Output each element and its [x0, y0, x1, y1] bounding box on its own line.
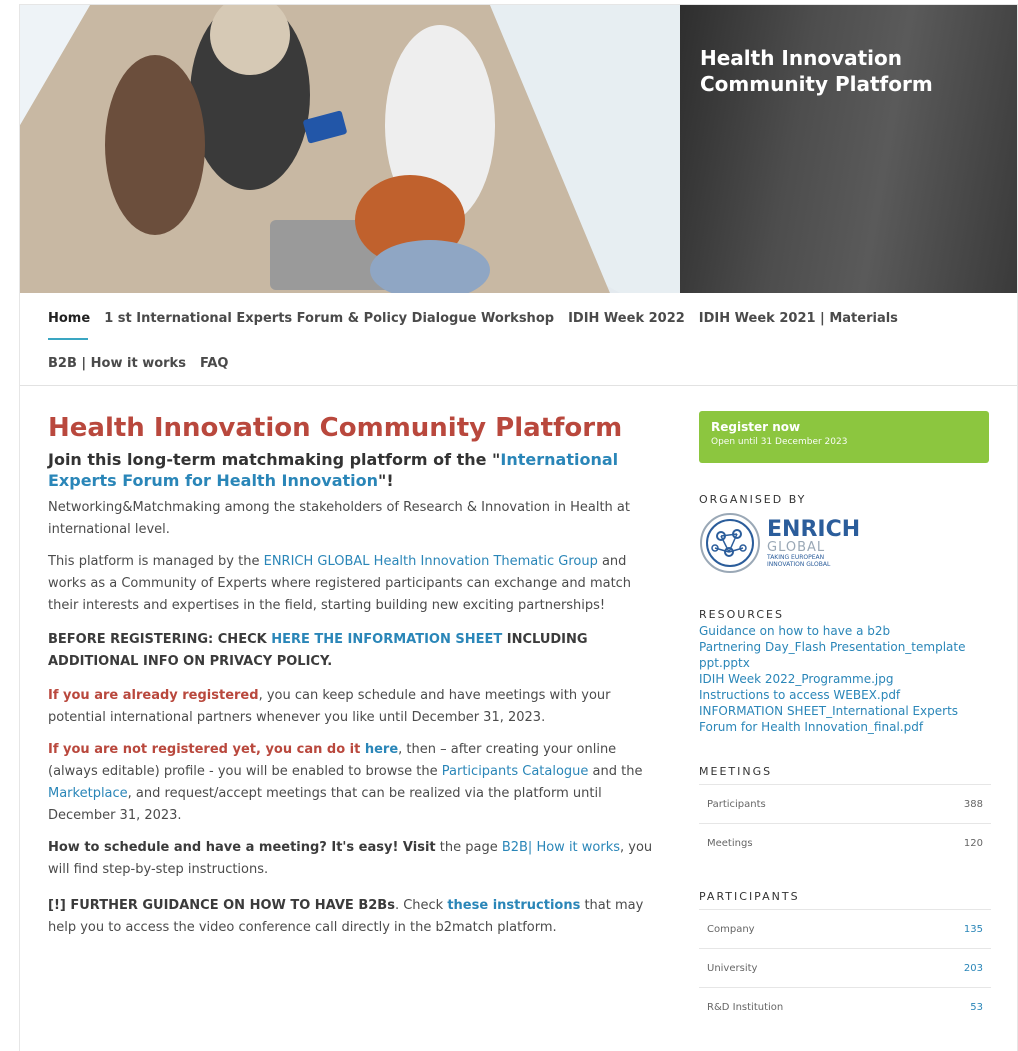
- resources-list: Guidance on how to have a b2b Partnering…: [699, 623, 991, 735]
- resource-link-flash-presentation[interactable]: Partnering Day_Flash Presentation_templa…: [699, 639, 991, 671]
- before-text: BEFORE REGISTERING: CHECK: [48, 632, 272, 647]
- resource-link-programme[interactable]: IDIH Week 2022_Programme.jpg: [699, 671, 991, 687]
- stat-value: 53: [970, 1001, 983, 1013]
- participants-catalogue-link[interactable]: Participants Catalogue: [442, 764, 589, 779]
- nav-row-2: B2B | How it works FAQ: [48, 356, 228, 371]
- register-now-button[interactable]: Register now Open until 31 December 2023: [699, 411, 989, 463]
- stat-label: University: [707, 962, 758, 974]
- stat-row-participants: Participants 388: [699, 784, 991, 823]
- these-instructions-link[interactable]: these instructions: [447, 898, 580, 913]
- marketplace-link[interactable]: Marketplace: [48, 786, 128, 801]
- already-registered-link[interactable]: If you are already registered: [48, 688, 259, 703]
- stat-row-university[interactable]: University 203: [699, 948, 991, 987]
- participants-heading: PARTICIPANTS: [699, 890, 800, 903]
- further-text: . Check: [394, 898, 448, 913]
- resource-link-information-sheet[interactable]: INFORMATION SHEET_International Experts …: [699, 703, 991, 735]
- before-registering-paragraph: BEFORE REGISTERING: CHECK HERE THE INFOR…: [48, 629, 658, 673]
- how-to-text: the page: [435, 840, 502, 855]
- stat-label: Meetings: [707, 837, 753, 849]
- page-title: Health Innovation Community Platform: [48, 413, 623, 443]
- stat-label: Company: [707, 923, 755, 935]
- page: Health Innovation Community Platform Hom…: [19, 4, 1018, 1051]
- resource-link-b2b-guidance[interactable]: Guidance on how to have a b2b: [699, 623, 991, 639]
- nav-tab-idih-week-2022[interactable]: IDIH Week 2022: [568, 311, 685, 326]
- hero-image: [20, 5, 680, 293]
- resource-link-webex[interactable]: Instructions to access WEBEX.pdf: [699, 687, 991, 703]
- already-registered-paragraph: If you are already registered, you can k…: [48, 685, 658, 729]
- stat-label: Participants: [707, 798, 766, 810]
- further-guidance-bold: [!] FURTHER GUIDANCE ON HOW TO HAVE B2Bs: [48, 898, 395, 913]
- b2b-how-it-works-link[interactable]: B2B| How it works: [502, 840, 620, 855]
- further-guidance-paragraph: [!] FURTHER GUIDANCE ON HOW TO HAVE B2Bs…: [48, 895, 658, 939]
- information-sheet-link[interactable]: HERE THE INFORMATION SHEET: [271, 632, 502, 647]
- managed-text: This platform is managed by the: [48, 554, 264, 569]
- page-subtitle: Join this long-term matchmaking platform…: [48, 449, 658, 491]
- meetings-stats: Participants 388 Meetings 120: [699, 784, 991, 862]
- stat-value: 203: [963, 962, 983, 974]
- subtitle-text-end: "!: [378, 471, 394, 490]
- meetings-heading: MEETINGS: [699, 765, 773, 778]
- logo-tagline-2: INNOVATION GLOBAL: [767, 560, 831, 568]
- register-subtitle: Open until 31 December 2023: [711, 437, 848, 447]
- logo-tagline-1: TAKING EUROPEAN: [767, 553, 825, 561]
- hero-title: Health Innovation Community Platform: [700, 46, 933, 96]
- sidebar: Register now Open until 31 December 2023…: [699, 411, 991, 1026]
- stat-label: R&D Institution: [707, 1001, 784, 1013]
- enrich-globe-icon: [700, 513, 760, 573]
- logo-enrich: ENRICH: [767, 516, 861, 542]
- nav-tab-b2b[interactable]: B2B | How it works: [48, 356, 186, 371]
- stat-row-meetings: Meetings 120: [699, 823, 991, 862]
- stat-row-company[interactable]: Company 135: [699, 909, 991, 948]
- register-title: Register now: [711, 420, 801, 434]
- stat-value: 388: [963, 798, 983, 810]
- register-here-link[interactable]: here: [365, 742, 398, 757]
- main-content: Health Innovation Community Platform Joi…: [48, 411, 658, 949]
- intro-paragraph: Networking&Matchmaking among the stakeho…: [48, 500, 630, 537]
- stat-value: 120: [963, 837, 983, 849]
- nav-tab-faq[interactable]: FAQ: [200, 356, 229, 371]
- participants-stats: Company 135 University 203 R&D Instituti…: [699, 909, 991, 1026]
- nav-tab-home[interactable]: Home: [48, 311, 90, 340]
- nav-tab-experts-forum[interactable]: 1 st International Experts Forum & Polic…: [104, 311, 554, 326]
- managed-paragraph: This platform is managed by the ENRICH G…: [48, 551, 658, 617]
- nav-row-1: Home 1 st International Experts Forum & …: [48, 311, 898, 340]
- enrich-logo-text: ENRICH GLOBAL TAKING EUROPEAN INNOVATION…: [767, 516, 861, 568]
- not-registered-text-c: and the: [588, 764, 643, 779]
- nav-tab-idih-week-2021[interactable]: IDIH Week 2021 | Materials: [699, 311, 898, 326]
- subtitle-text: Join this long-term matchmaking platform…: [48, 450, 501, 469]
- not-registered-paragraph: If you are not registered yet, you can d…: [48, 739, 658, 827]
- how-to-schedule-bold: How to schedule and have a meeting? It's…: [48, 840, 436, 855]
- not-registered-text: If you are not registered yet, you can d…: [48, 742, 365, 757]
- stat-row-rd-institution[interactable]: R&D Institution 53: [699, 987, 991, 1026]
- logo-global: GLOBAL: [767, 539, 826, 555]
- main-nav: Home 1 st International Experts Forum & …: [20, 293, 1017, 386]
- stat-value: 135: [963, 923, 983, 935]
- enrich-global-logo[interactable]: ENRICH GLOBAL TAKING EUROPEAN INNOVATION…: [699, 512, 991, 574]
- organised-by-heading: ORGANISED BY: [699, 493, 807, 506]
- resources-heading: RESOURCES: [699, 608, 784, 621]
- hero-title-panel: Health Innovation Community Platform: [680, 5, 1017, 293]
- not-registered-text-d: , and request/accept meetings that can b…: [48, 786, 602, 823]
- hero-banner: Health Innovation Community Platform: [20, 5, 1017, 293]
- how-to-schedule-paragraph: How to schedule and have a meeting? It's…: [48, 837, 658, 881]
- enrich-group-link[interactable]: ENRICH GLOBAL Health Innovation Thematic…: [264, 554, 598, 569]
